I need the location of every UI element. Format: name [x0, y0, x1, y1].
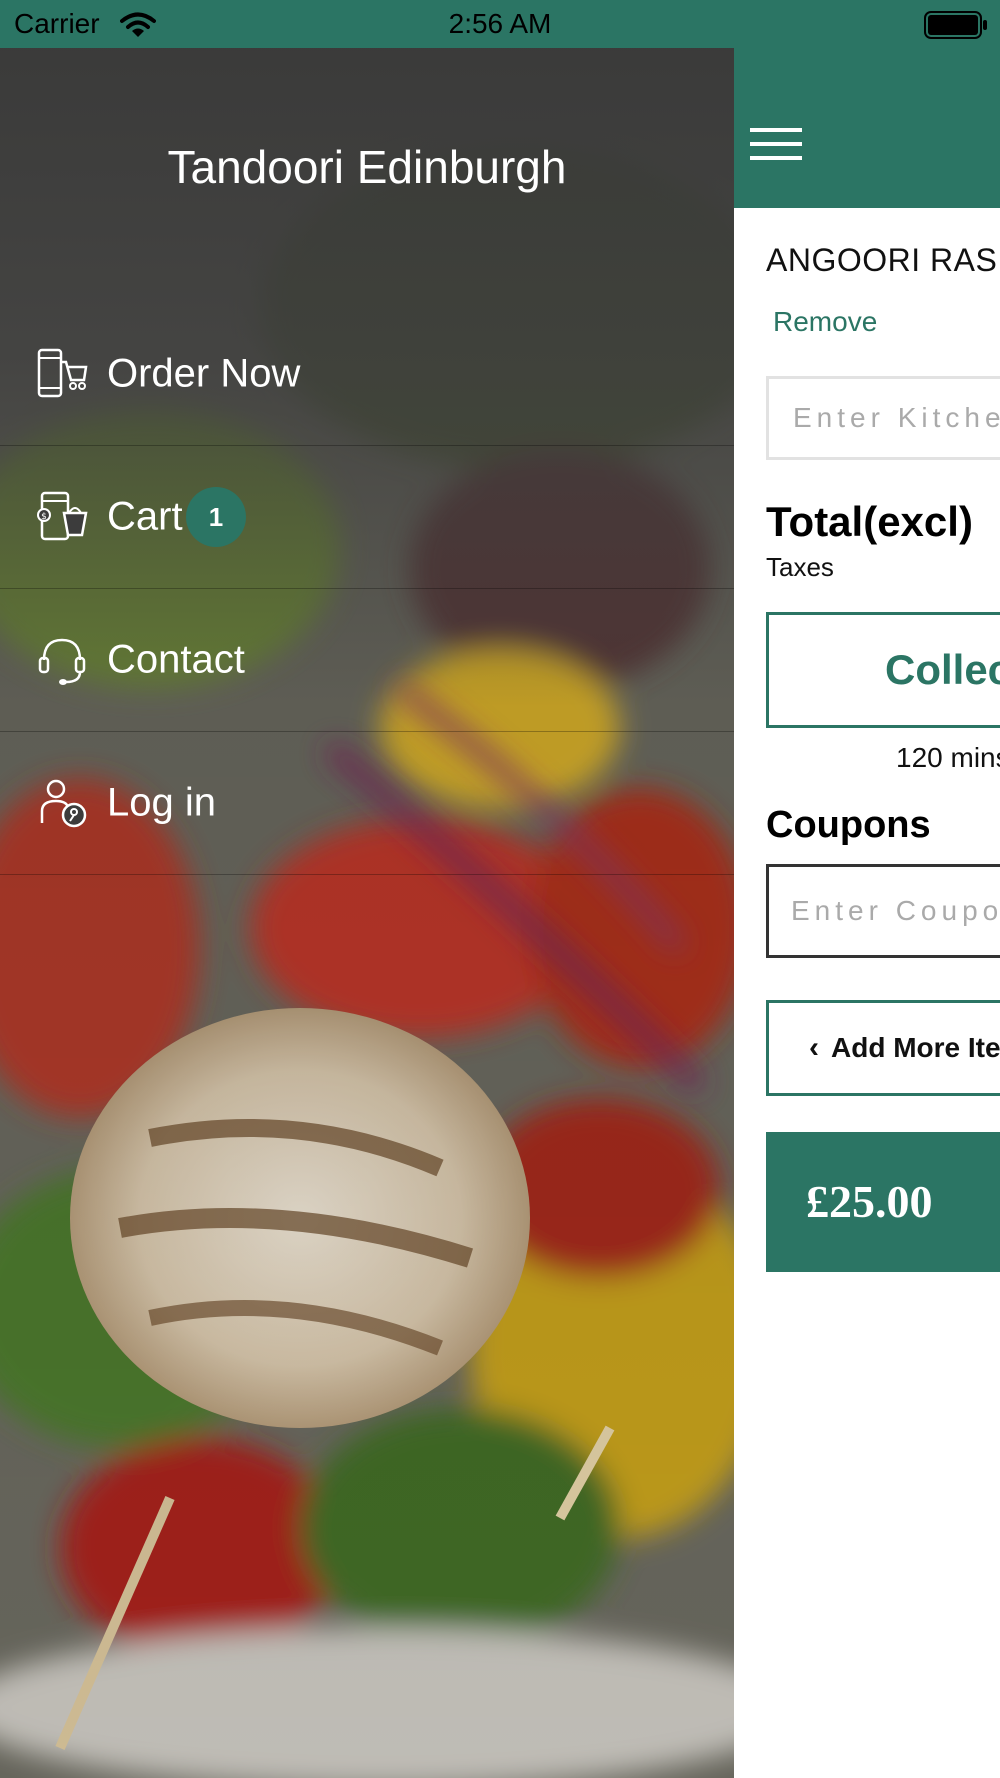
add-more-items-label: Add More Items: [831, 1032, 1000, 1063]
cart-item-name: ANGOORI RASMALAI: [766, 242, 1000, 278]
menu-item-label: Cart: [107, 494, 183, 538]
coupons-heading: Coupons: [766, 804, 931, 846]
chevron-left-icon: ‹: [809, 1031, 819, 1064]
menu-item-cart[interactable]: $ Cart 1: [0, 445, 734, 589]
app-header: [734, 48, 1000, 208]
cart-page: ANGOORI RASMALAI Remove Enter Kitchen No…: [734, 208, 1000, 1778]
hamburger-menu-icon[interactable]: [750, 128, 802, 162]
restaurant-name: Tandoori Edinburgh: [167, 141, 567, 193]
menu-item-contact[interactable]: Contact: [0, 588, 734, 732]
user-key-icon: [40, 779, 87, 827]
preparation-time: 120 mins: [896, 742, 1000, 773]
svg-text:$: $: [41, 512, 47, 522]
menu-item-label: Log in: [107, 780, 216, 824]
menu-item-label: Contact: [107, 637, 245, 681]
clock: 2:56 AM: [448, 8, 552, 39]
battery-icon: [924, 11, 987, 39]
cart-count-badge: 1: [186, 486, 246, 547]
mobile-shopping-basket-icon: $: [37, 491, 88, 540]
coupon-code-input[interactable]: Enter Coupon Code: [766, 864, 1000, 958]
menu-item-label: Order Now: [107, 351, 301, 395]
remove-item-link[interactable]: Remove: [773, 306, 877, 338]
checkout-price-bar[interactable]: £25.00: [766, 1132, 1000, 1272]
collection-button[interactable]: Collection: [766, 612, 1000, 728]
side-drawer: Tandoori Edinburgh Order Now $ Cart 1 Co…: [0, 48, 734, 1778]
kitchen-notes-input[interactable]: Enter Kitchen Notes: [766, 376, 1000, 460]
mobile-cart-icon: [37, 348, 88, 397]
status-bar: Carrier 2:56 AM: [0, 0, 1000, 48]
menu-item-order-now[interactable]: Order Now: [0, 302, 734, 446]
total-label: Total(excl): [766, 498, 973, 545]
menu-item-login[interactable]: Log in: [0, 731, 734, 875]
add-more-items-button[interactable]: ‹ Add More Items: [766, 1000, 1000, 1096]
order-total-price: £25.00: [806, 1176, 933, 1227]
headset-icon: [38, 638, 86, 685]
taxes-label: Taxes: [766, 552, 834, 582]
